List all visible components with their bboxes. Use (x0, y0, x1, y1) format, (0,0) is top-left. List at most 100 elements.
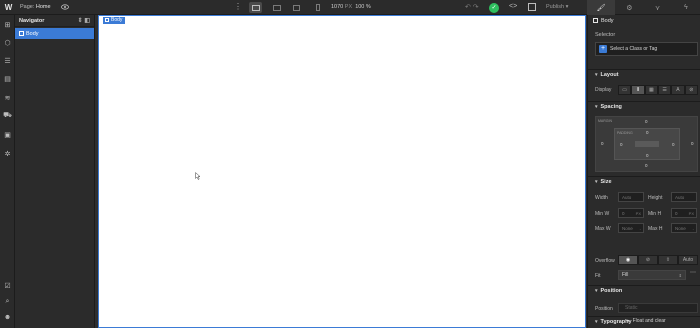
position-value: Static (625, 305, 638, 311)
fit-label: Fit (595, 273, 601, 279)
fit-select[interactable]: Fill ⇕ (618, 270, 686, 280)
code-icon[interactable]: <> (509, 3, 517, 10)
height-label: Height (648, 195, 663, 201)
max-height-input[interactable]: None - (671, 223, 697, 233)
breakpoint-mobile-button[interactable] (311, 2, 324, 13)
height-input[interactable]: Auto (671, 192, 697, 202)
interactions-icon[interactable]: ⋎ (644, 0, 672, 15)
publish-button[interactable]: Publish ▾ (546, 4, 568, 10)
tasks-check-icon[interactable]: ☑ (3, 281, 12, 290)
min-width-input[interactable]: 0 PX (618, 208, 644, 218)
max-width-unit-icon[interactable]: - (640, 226, 641, 231)
width-label: Width (595, 195, 608, 201)
page-selector[interactable]: Page: Home (20, 4, 51, 10)
pages-icon[interactable]: ▤ (3, 74, 12, 83)
padding-bottom-value[interactable]: 0 (646, 153, 649, 158)
breakpoint-tablet-button[interactable] (290, 2, 303, 13)
preview-eye-icon[interactable] (61, 4, 69, 10)
chevron-down-icon: ▾ (595, 104, 598, 110)
design-canvas[interactable]: Body (98, 15, 586, 328)
display-none-icon[interactable]: ⊘ (684, 85, 698, 95)
add-class-plus-icon[interactable]: + (599, 45, 607, 53)
overflow-auto-button[interactable]: Auto (678, 255, 698, 265)
page-name: Home (35, 4, 51, 10)
canvas-size-readout: 1070 PX 100 % (331, 4, 371, 10)
more-options-icon[interactable]: ⋮ (234, 2, 242, 12)
padding-label: PADDING (617, 131, 633, 135)
min-height-value: 0 (675, 210, 678, 216)
more-options-icon[interactable]: ⋯ (690, 269, 696, 276)
display-flex-icon[interactable]: ⫴ (631, 85, 645, 95)
size-title: Size (600, 179, 612, 185)
breakpoint-desktop-button[interactable] (249, 2, 262, 13)
chevron-down-icon: ▾ (595, 179, 598, 185)
page-prefix: Page: (20, 4, 35, 10)
navigator-controls-icon[interactable]: ⇕ ◧ (78, 17, 90, 24)
chevron-down-icon: ▾ (595, 72, 598, 78)
add-element-icon[interactable]: ⊞ (3, 20, 12, 29)
spacing-section-header[interactable]: ▾ Spacing (588, 101, 700, 112)
position-title: Position (600, 288, 623, 294)
position-section-header[interactable]: ▾ Position (588, 285, 700, 296)
export-icon[interactable] (528, 3, 536, 11)
typography-section-header[interactable]: ▾ Typography (588, 316, 700, 327)
cms-icon[interactable]: ≋ (3, 93, 12, 102)
max-width-input[interactable]: None - (618, 223, 644, 233)
ecommerce-icon[interactable]: ⛟ (3, 111, 12, 120)
padding-top-value[interactable]: 0 (646, 130, 649, 135)
panel-tabs: 🖌 ⚙ ⋎ ϟ (587, 0, 700, 15)
padding-right-value[interactable]: 0 (672, 142, 675, 147)
margin-right-value[interactable]: 0 (691, 141, 694, 146)
settings-icon[interactable]: ✲ (3, 149, 12, 158)
symbols-icon[interactable]: ⬡ (3, 38, 12, 47)
selected-tag-label: Body (111, 17, 123, 23)
margin-box[interactable]: MARGIN 0 0 0 0 PADDING 0 0 0 0 (595, 116, 698, 172)
webflow-logo[interactable]: W (3, 2, 14, 13)
display-inline-block-icon[interactable]: ☰ (657, 85, 672, 95)
overflow-hidden-icon[interactable]: ⊘ (638, 255, 658, 265)
chevron-down-icon: ▾ (595, 319, 598, 325)
max-height-unit-icon[interactable]: - (693, 226, 694, 231)
position-label: Position (595, 306, 613, 312)
search-icon[interactable]: ⌕ (3, 297, 12, 306)
mouse-cursor-icon (195, 172, 201, 180)
width-input[interactable]: Auto (618, 192, 644, 202)
min-height-input[interactable]: 0 PX (671, 208, 697, 218)
margin-label: MARGIN (598, 119, 612, 123)
max-height-value: None (675, 225, 686, 231)
style-brush-icon[interactable]: 🖌 (587, 0, 616, 15)
desktop-icon (251, 4, 260, 11)
display-inline-icon[interactable]: A (671, 85, 685, 95)
layout-section-header[interactable]: ▾ Layout (588, 69, 700, 80)
users-icon[interactable]: ☻ (3, 313, 12, 322)
settings-gear-icon[interactable]: ⚙ (615, 0, 643, 15)
breakpoint-laptop-button[interactable] (270, 2, 283, 13)
margin-bottom-value[interactable]: 0 (645, 163, 648, 168)
selector-input[interactable]: + Select a Class or Tag (595, 42, 698, 56)
navigator-title: Navigator (19, 17, 45, 24)
navigator-item-body[interactable]: Body (15, 28, 94, 39)
overflow-scroll-icon[interactable]: ⇳ (658, 255, 678, 265)
layout-title: Layout (600, 72, 619, 78)
width-value: Auto (622, 194, 632, 200)
lightning-icon[interactable]: ϟ (672, 0, 700, 15)
padding-box[interactable]: PADDING 0 0 0 0 (614, 128, 680, 160)
min-height-unit[interactable]: PX (689, 211, 694, 216)
display-block-icon[interactable]: ▭ (618, 85, 632, 95)
position-select[interactable]: Static (618, 303, 698, 313)
width-unit: PX (344, 4, 353, 10)
overflow-visible-eye-icon[interactable]: ◉ (618, 255, 638, 265)
assets-icon[interactable]: ▣ (3, 130, 12, 139)
min-width-unit[interactable]: PX (636, 211, 641, 216)
margin-top-value[interactable]: 0 (645, 119, 648, 124)
size-section-header[interactable]: ▾ Size (588, 176, 700, 187)
navigator-header: Navigator ⇕ ◧ (15, 15, 94, 27)
mobile-icon (315, 4, 320, 11)
display-grid-icon[interactable]: ▦ (644, 85, 658, 95)
margin-left-value[interactable]: 0 (601, 141, 604, 146)
navigator-icon[interactable]: ☰ (3, 56, 12, 65)
undo-redo-icons[interactable]: ↶ ↷ (465, 3, 479, 11)
selector-label: Selector (595, 32, 616, 38)
padding-left-value[interactable]: 0 (620, 142, 623, 147)
display-options: ▭ ⫴ ▦ ☰ A ⊘ (618, 85, 698, 95)
